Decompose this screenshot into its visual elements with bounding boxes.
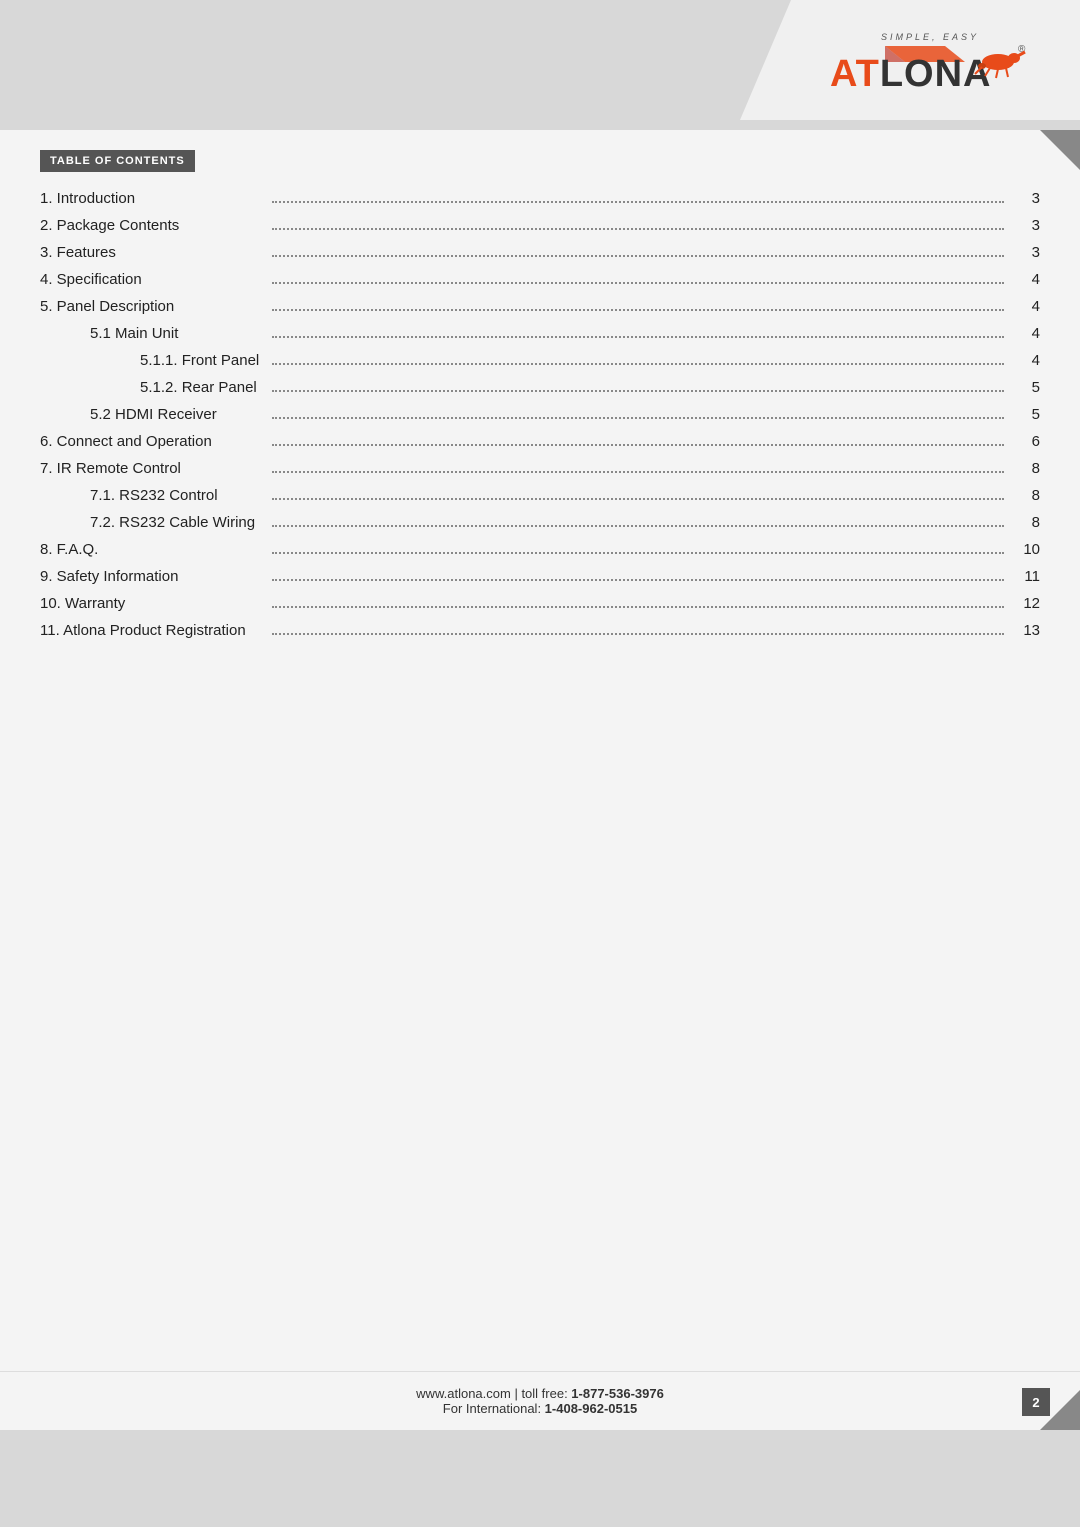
main-content: TABLE OF CONTENTS 1. Introduction 3 2. P… — [0, 130, 1080, 1430]
footer-intl-label: For International: — [443, 1401, 545, 1416]
toc-entry-5-1-2: 5.1.2. Rear Panel 5 — [40, 379, 1040, 396]
toc-dots — [272, 228, 1004, 230]
corner-decoration-bottom — [1040, 1390, 1080, 1430]
toc-entry-5: 5. Panel Description 4 — [40, 298, 1040, 315]
toc-label: 10. Warranty — [40, 595, 260, 612]
toc-dots — [272, 633, 1004, 635]
toc-label: 9. Safety Information — [40, 568, 260, 585]
toc-entry-8: 8. F.A.Q. 10 — [40, 541, 1040, 558]
toc-page: 8 — [1016, 460, 1040, 477]
toc-entry-11: 11. Atlona Product Registration 13 — [40, 622, 1040, 639]
toc-dots — [272, 309, 1004, 311]
toc-label: 7. IR Remote Control — [40, 460, 260, 477]
page-footer: www.atlona.com | toll free: 1-877-536-39… — [0, 1371, 1080, 1430]
toc-page: 10 — [1016, 541, 1040, 558]
footer-line-2: For International: 1-408-962-0515 — [40, 1401, 1040, 1416]
toc-dots — [272, 525, 1004, 527]
logo-tagline: SIMPLE, EASY — [881, 32, 979, 42]
toc-dots — [272, 552, 1004, 554]
footer-website: www.atlona.com — [416, 1386, 511, 1401]
toc-page: 4 — [1016, 298, 1040, 315]
toc-page: 4 — [1016, 271, 1040, 288]
toc-label: 5.1.1. Front Panel — [40, 352, 260, 369]
toc-dots — [272, 498, 1004, 500]
toc-page: 11 — [1016, 568, 1040, 585]
toc-dots — [272, 579, 1004, 581]
footer-tollfree: 1-877-536-3976 — [571, 1386, 664, 1401]
toc-entry-7-2: 7.2. RS232 Cable Wiring 8 — [40, 514, 1040, 531]
toc-entry-5-1: 5.1 Main Unit 4 — [40, 325, 1040, 342]
footer-line-1: www.atlona.com | toll free: 1-877-536-39… — [40, 1386, 1040, 1401]
toc-page: 4 — [1016, 325, 1040, 342]
toc-entry-6: 6. Connect and Operation 6 — [40, 433, 1040, 450]
toc-entry-7: 7. IR Remote Control 8 — [40, 460, 1040, 477]
toc-page: 5 — [1016, 379, 1040, 396]
footer-intl-number: 1-408-962-0515 — [545, 1401, 638, 1416]
toc-list: 1. Introduction 3 2. Package Contents 3 … — [40, 190, 1040, 639]
toc-entry-9: 9. Safety Information 11 — [40, 568, 1040, 585]
toc-page: 6 — [1016, 433, 1040, 450]
logo-atlona: ATLONA ® — [830, 44, 1030, 89]
toc-label: 5.1.2. Rear Panel — [40, 379, 260, 396]
corner-decoration-top — [1040, 130, 1080, 170]
toc-label: 8. F.A.Q. — [40, 541, 260, 558]
atlona-logo-svg: ATLONA ® — [830, 44, 1030, 89]
toc-page: 4 — [1016, 352, 1040, 369]
toc-entry-3: 3. Features 3 — [40, 244, 1040, 261]
toc-label: 3. Features — [40, 244, 260, 261]
toc-dots — [272, 606, 1004, 608]
toc-entry-7-1: 7.1. RS232 Control 8 — [40, 487, 1040, 504]
toc-page: 12 — [1016, 595, 1040, 612]
toc-dots — [272, 255, 1004, 257]
toc-label: 1. Introduction — [40, 190, 260, 207]
footer-separator: | toll free: — [514, 1386, 571, 1401]
toc-dots — [272, 363, 1004, 365]
toc-page: 5 — [1016, 406, 1040, 423]
toc-label: 7.1. RS232 Control — [40, 487, 260, 504]
toc-dots — [272, 417, 1004, 419]
toc-label: 7.2. RS232 Cable Wiring — [40, 514, 260, 531]
toc-dots — [272, 201, 1004, 203]
toc-label: 5.2 HDMI Receiver — [40, 406, 260, 423]
toc-entry-2: 2. Package Contents 3 — [40, 217, 1040, 234]
page-header: SIMPLE, EASY ATLONA ® — [0, 0, 1080, 130]
toc-entry-5-2: 5.2 HDMI Receiver 5 — [40, 406, 1040, 423]
toc-dots — [272, 390, 1004, 392]
toc-page: 3 — [1016, 244, 1040, 261]
svg-text:ATLONA: ATLONA — [830, 53, 992, 89]
toc-page: 8 — [1016, 514, 1040, 531]
toc-entry-10: 10. Warranty 12 — [40, 595, 1040, 612]
toc-header: TABLE OF CONTENTS — [40, 150, 195, 172]
toc-label: 5. Panel Description — [40, 298, 260, 315]
toc-label: 4. Specification — [40, 271, 260, 288]
logo-container: SIMPLE, EASY ATLONA ® — [830, 32, 1030, 89]
toc-label: 2. Package Contents — [40, 217, 260, 234]
toc-entry-4: 4. Specification 4 — [40, 271, 1040, 288]
toc-dots — [272, 336, 1004, 338]
toc-dots — [272, 444, 1004, 446]
logo-area: SIMPLE, EASY ATLONA ® — [740, 0, 1080, 120]
toc-entry-5-1-1: 5.1.1. Front Panel 4 — [40, 352, 1040, 369]
toc-page: 8 — [1016, 487, 1040, 504]
toc-entry-1: 1. Introduction 3 — [40, 190, 1040, 207]
toc-label: 5.1 Main Unit — [40, 325, 260, 342]
toc-label: 11. Atlona Product Registration — [40, 622, 260, 639]
toc-page: 3 — [1016, 190, 1040, 207]
toc-dots — [272, 282, 1004, 284]
toc-label: 6. Connect and Operation — [40, 433, 260, 450]
toc-dots — [272, 471, 1004, 473]
toc-page: 13 — [1016, 622, 1040, 639]
toc-page: 3 — [1016, 217, 1040, 234]
